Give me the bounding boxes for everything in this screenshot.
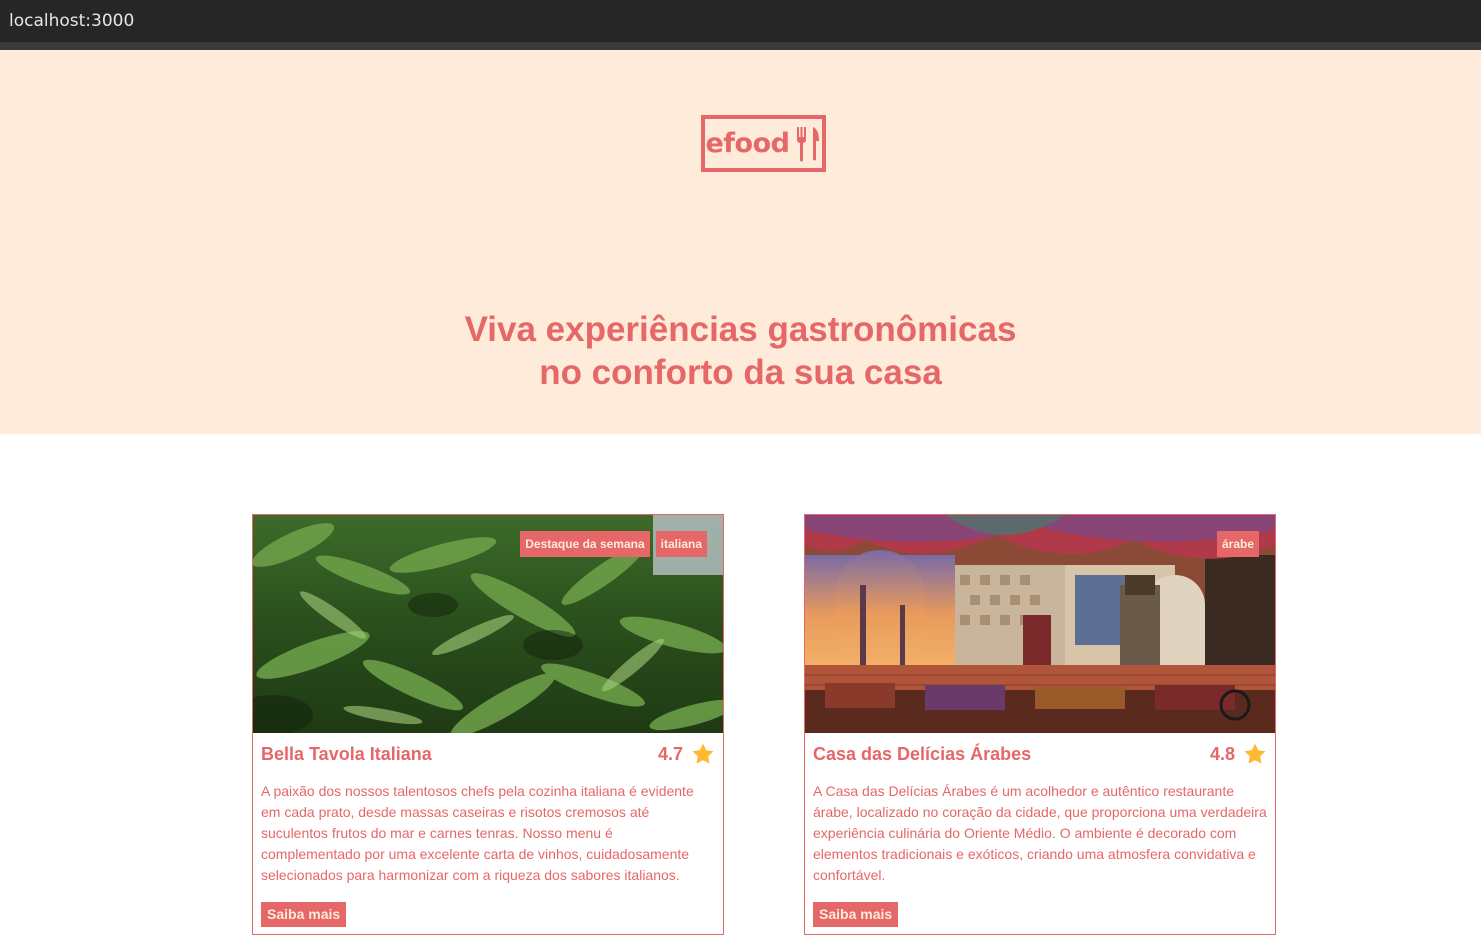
tag-cuisine: italiana bbox=[655, 531, 707, 557]
efood-logo[interactable]: efood bbox=[701, 115, 826, 172]
hero-title: Viva experiências gastronômicas no confo… bbox=[0, 308, 1481, 394]
restaurant-card: Destaque da semana italiana Bella Tavola… bbox=[252, 514, 724, 935]
tag-list: árabe bbox=[1216, 531, 1259, 557]
saiba-mais-button[interactable]: Saiba mais bbox=[813, 902, 899, 927]
url-text: localhost:3000 bbox=[9, 11, 135, 31]
browser-bar-divider bbox=[0, 42, 1481, 50]
tag-featured: Destaque da semana bbox=[520, 531, 650, 557]
restaurant-description: A Casa das Delícias Árabes é um acolhedo… bbox=[813, 783, 1267, 883]
star-icon bbox=[1244, 743, 1266, 764]
restaurant-name: Bella Tavola Italiana bbox=[261, 743, 432, 764]
rating-value: 4.7 bbox=[657, 743, 683, 764]
rating: 4.7 bbox=[658, 742, 715, 766]
saiba-mais-button[interactable]: Saiba mais bbox=[261, 902, 347, 927]
hero-title-line-2: no conforto da sua casa bbox=[539, 353, 942, 392]
logo-text: efood bbox=[705, 128, 790, 159]
restaurant-card: árabe Casa das Delícias Árabes 4.8 A Cas… bbox=[804, 514, 1276, 935]
restaurant-name: Casa das Delícias Árabes bbox=[813, 743, 1032, 764]
hero-title-line-1: Viva experiências gastronômicas bbox=[464, 310, 1017, 349]
rating: 4.8 bbox=[1210, 742, 1267, 766]
hero-header: efood Viva experiências gastronômicas no… bbox=[0, 50, 1481, 434]
tag-cuisine: árabe bbox=[1216, 531, 1259, 557]
restaurant-image: Destaque da semana italiana bbox=[253, 515, 723, 733]
card-header: Casa das Delícias Árabes 4.8 bbox=[813, 741, 1267, 767]
restaurant-image: árabe bbox=[805, 515, 1275, 733]
arabic-interior-photo bbox=[805, 515, 1275, 733]
star-icon bbox=[692, 743, 714, 764]
rating-value: 4.8 bbox=[1209, 743, 1235, 764]
cutlery-icon bbox=[797, 126, 820, 161]
card-header: Bella Tavola Italiana 4.7 bbox=[261, 741, 715, 767]
tag-list: Destaque da semana italiana bbox=[520, 531, 707, 557]
browser-address-bar[interactable]: localhost:3000 bbox=[0, 0, 1481, 42]
restaurant-description: A paixão dos nossos talentosos chefs pel… bbox=[261, 783, 694, 883]
